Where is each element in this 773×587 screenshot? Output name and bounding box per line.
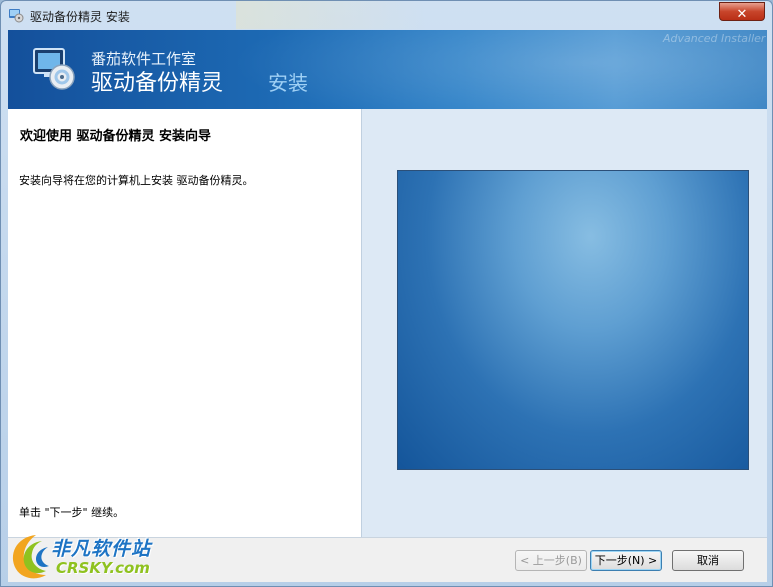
close-icon: ✕ — [736, 7, 748, 22]
header-banner: 番茄软件工作室 驱动备份精灵 安装 Advanced Installer — [8, 30, 767, 109]
watermark-chinese: 非凡软件站 — [51, 538, 152, 560]
back-button[interactable]: < 上一步(B) — [515, 550, 587, 571]
installer-window: 驱动备份精灵 安装 ✕ 番茄软件工作室 驱动备份精灵 安装 Advanced I… — [0, 0, 773, 587]
illustration-image — [397, 170, 749, 470]
banner-action-label: 安装 — [268, 71, 308, 95]
vendor-label: Advanced Installer — [663, 32, 766, 45]
window-title: 驱动备份精灵 安装 — [30, 10, 130, 24]
cancel-button[interactable]: 取消 — [672, 550, 744, 571]
title-bar[interactable]: 驱动备份精灵 安装 ✕ — [1, 1, 772, 30]
welcome-heading: 欢迎使用 驱动备份精灵 安装向导 — [20, 129, 212, 144]
background-window-glimpse — [236, 1, 426, 29]
installer-app-icon — [9, 9, 24, 23]
welcome-pane: 欢迎使用 驱动备份精灵 安装向导 安装向导将在您的计算机上安装 驱动备份精灵。 … — [8, 109, 361, 537]
next-button[interactable]: 下一步(N) > — [590, 550, 662, 571]
product-icon — [33, 48, 75, 90]
welcome-description: 安装向导将在您的计算机上安装 驱动备份精灵。 — [19, 174, 254, 187]
watermark-english: CRSKY.com — [56, 559, 150, 577]
watermark-logo-icon — [12, 535, 49, 579]
site-watermark: 非凡软件站 CRSKY.com — [6, 529, 166, 585]
close-button[interactable]: ✕ — [719, 2, 765, 22]
continue-hint: 单击 "下一步" 继续。 — [19, 506, 125, 519]
illustration-pane — [361, 109, 767, 537]
wizard-content: 欢迎使用 驱动备份精灵 安装向导 安装向导将在您的计算机上安装 驱动备份精灵。 … — [8, 109, 767, 537]
product-name: 驱动备份精灵 — [91, 71, 224, 96]
